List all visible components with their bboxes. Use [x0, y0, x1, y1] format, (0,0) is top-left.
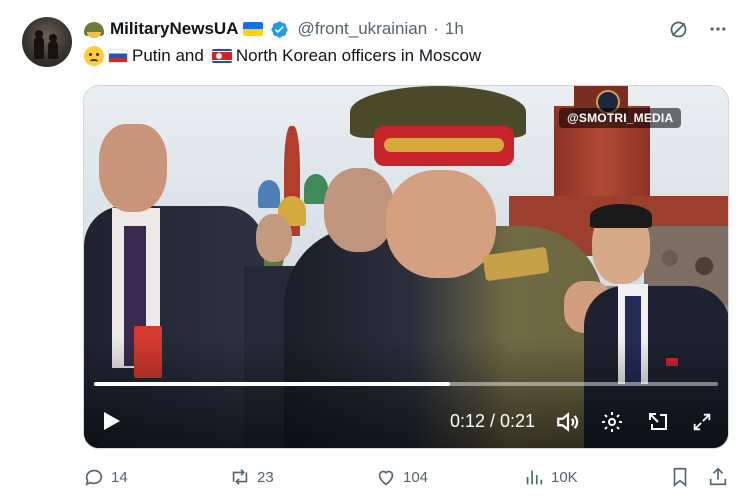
video-watermark: @SMOTRI_MEDIA: [559, 108, 682, 128]
russia-flag-icon: [108, 49, 128, 63]
video-person-head: [324, 168, 394, 252]
settings-gear-icon[interactable]: [598, 408, 626, 436]
bookmark-icon: [673, 467, 687, 488]
like-button[interactable]: 104: [375, 462, 428, 492]
tweet-text-part1: Putin and: [132, 46, 204, 65]
share-button[interactable]: [707, 462, 729, 492]
repost-icon: [232, 469, 248, 485]
tweet-text: Putin and North Korean officers in Mosco…: [84, 44, 481, 68]
ukraine-flag-icon: [243, 22, 264, 36]
repost-count: 23: [257, 468, 274, 486]
north-korea-flag-icon: [211, 49, 232, 63]
verified-badge-icon[interactable]: [270, 20, 289, 39]
video-player[interactable]: @SMOTRI_MEDIA 0:12 / 0:21: [83, 85, 729, 449]
avatar[interactable]: [22, 17, 72, 67]
video-controls-shade: [84, 338, 728, 448]
views-button[interactable]: 10K: [523, 462, 578, 492]
reply-icon: [85, 469, 103, 486]
views-icon: [526, 470, 543, 485]
video-progress-bar[interactable]: [94, 382, 718, 386]
author-name[interactable]: MilitaryNewsUA: [110, 19, 238, 39]
video-officer-cap-insignia: [384, 138, 504, 152]
tweet-actions-bar: 14 23 104 10K: [83, 462, 733, 492]
like-count: 104: [403, 468, 429, 486]
tweet-header: MilitaryNewsUA @front_ukrainian · 1h: [84, 18, 464, 40]
tweet-top-actions: [667, 18, 729, 40]
video-person-head: [99, 124, 167, 212]
volume-icon[interactable]: [554, 408, 582, 436]
author-handle[interactable]: @front_ukrainian: [297, 19, 427, 39]
video-officer-head: [386, 170, 496, 278]
picture-in-picture-icon[interactable]: [644, 408, 672, 436]
video-person-head: [256, 214, 292, 262]
share-icon: [709, 467, 727, 486]
video-person-hair: [590, 204, 652, 228]
video-progress-fill: [94, 382, 450, 386]
bookmark-button[interactable]: [669, 462, 691, 492]
play-icon[interactable]: [98, 408, 124, 434]
grok-icon[interactable]: [667, 18, 689, 40]
repost-button[interactable]: 23: [229, 462, 274, 492]
views-count: 10K: [551, 468, 578, 486]
more-icon[interactable]: [707, 18, 729, 40]
reply-button[interactable]: 14: [83, 462, 128, 492]
separator-dot: ·: [433, 19, 439, 38]
reply-count: 14: [111, 468, 128, 486]
avatar-figure: [48, 34, 58, 59]
like-icon: [378, 470, 394, 486]
video-time: 0:12 / 0:21: [450, 411, 536, 431]
fullscreen-icon[interactable]: [688, 408, 716, 436]
avatar-figure: [34, 30, 44, 59]
timestamp[interactable]: 1h: [445, 19, 464, 39]
worried-face-emoji-icon: [84, 46, 104, 66]
tweet-text-part2: North Korean officers in Moscow: [235, 46, 482, 65]
helmet-emoji-icon: [84, 22, 104, 38]
